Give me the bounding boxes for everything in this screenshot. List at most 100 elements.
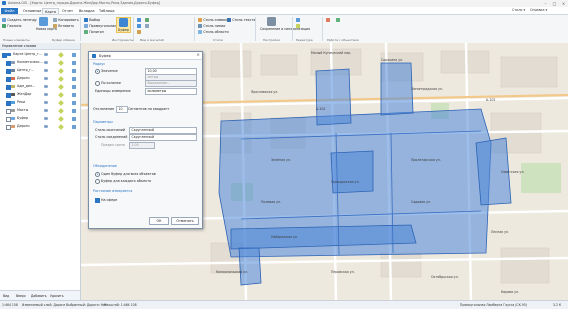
style-icon[interactable] (72, 92, 76, 97)
group-settings: Настройки (263, 38, 280, 42)
close-icon[interactable]: × (559, 0, 568, 7)
geolink-button[interactable]: Геолинк (2, 24, 22, 28)
eye-icon[interactable] (44, 108, 48, 113)
eye-icon[interactable] (44, 124, 48, 129)
eye-icon[interactable] (44, 84, 48, 89)
value-radio[interactable] (95, 69, 101, 75)
style-icon[interactable] (72, 124, 76, 129)
maximize-icon[interactable]: □ (550, 0, 559, 7)
line-style-button[interactable]: Стиль линии (198, 24, 225, 28)
cancel-button[interactable]: Отменить (171, 217, 199, 225)
eye-icon[interactable] (44, 100, 48, 105)
symbol-style-button[interactable]: Стиль символа (198, 18, 229, 22)
eye-icon[interactable] (44, 116, 48, 121)
file-tab[interactable]: Файл (1, 7, 18, 14)
layer-icon (11, 68, 15, 73)
segments-input[interactable]: 10 (116, 106, 128, 113)
layer-row[interactable]: Косметическ... (0, 59, 80, 66)
pencil-icon[interactable] (58, 51, 64, 58)
end-style-select[interactable]: Скругленный (129, 127, 197, 134)
paste-button[interactable]: Вставить (53, 24, 74, 28)
pencil-icon[interactable] (58, 83, 64, 90)
edit-reshape-button[interactable] (296, 24, 301, 28)
join-style-select[interactable]: Скругленный (129, 134, 197, 141)
line-icon (198, 24, 202, 28)
move-up-button[interactable]: Вверх (16, 294, 26, 298)
symbol-icon (198, 18, 202, 22)
pencil-icon[interactable] (58, 107, 64, 114)
pencil-icon[interactable] (58, 67, 64, 74)
style-icon[interactable] (72, 84, 76, 89)
eye-icon[interactable] (44, 92, 48, 97)
create-legend-button[interactable]: Создать легенду (2, 18, 37, 22)
layer-row[interactable]: Карта Центр_г... (0, 51, 80, 58)
layer-row[interactable]: Дороги (0, 123, 80, 130)
sphere-checkbox[interactable] (95, 198, 101, 204)
view-button[interactable]: Вид (3, 294, 9, 298)
map-label: Гражданская ул. (331, 180, 360, 184)
pencil-icon[interactable] (58, 75, 64, 82)
units-select[interactable]: километры (145, 88, 197, 95)
pencil-icon[interactable] (58, 59, 64, 66)
style-icon[interactable] (72, 60, 76, 65)
style-icon[interactable] (72, 52, 76, 57)
eye-icon[interactable] (44, 60, 48, 65)
full-extent-button[interactable] (145, 18, 150, 22)
tab-report[interactable]: Отчет (60, 8, 75, 14)
remove-layer-button[interactable]: Удалить (50, 294, 64, 298)
layer-row[interactable]: ЖелДор (0, 91, 80, 98)
style-icon[interactable] (72, 108, 76, 113)
copy-button[interactable]: Копировать (53, 18, 79, 22)
layer-row[interactable]: Адм_дел... (0, 83, 80, 90)
eye-icon[interactable] (44, 68, 48, 73)
layer-row[interactable]: Центр_г... (0, 67, 80, 74)
units-label: Единицы измерения (95, 89, 131, 93)
help-menu[interactable]: Справка ▾ (530, 8, 547, 12)
previous-view-button[interactable] (145, 24, 150, 28)
select-tool-button[interactable]: Выбор (84, 18, 100, 22)
pencil-icon[interactable] (58, 123, 64, 130)
layer-row[interactable]: Реки (0, 99, 80, 106)
combine-button[interactable] (336, 18, 341, 22)
zoom-in-button[interactable] (137, 18, 142, 22)
style-icon[interactable] (72, 68, 76, 73)
pencil-icon[interactable] (58, 99, 64, 106)
zoom-out-button[interactable] (137, 24, 142, 28)
tab-table[interactable]: Таблица (97, 8, 116, 14)
buffer-button[interactable]: Буфер (116, 17, 131, 33)
area-style-button[interactable]: Стиль области (198, 30, 229, 34)
style-icon[interactable] (72, 100, 76, 105)
pencil-icon[interactable] (58, 115, 64, 122)
map-label: Комсомольская ул. (216, 270, 248, 274)
layer-row[interactable]: Дороги (0, 75, 80, 82)
combine-each-label: Буфер для каждого объекта (101, 179, 152, 183)
sphere-label: На сфере (101, 198, 118, 202)
close-icon[interactable]: × (196, 53, 200, 58)
text-style-button[interactable]: Стиль текста (227, 18, 255, 22)
ok-button[interactable]: ОК (149, 217, 169, 225)
work-with-objects-button[interactable] (326, 18, 331, 22)
by-column-input[interactable]: Выражение... (145, 80, 197, 87)
save-sync-button[interactable]: Сохранение и синхронизация (260, 17, 310, 31)
by-column-radio[interactable] (95, 81, 101, 87)
tab-main[interactable]: Основные (21, 8, 43, 14)
tab-insert[interactable]: Вкладка (77, 8, 97, 14)
new-map-button[interactable]: Новая карта (36, 17, 57, 31)
polygon-tool-button[interactable]: Полигон (84, 30, 104, 34)
eye-icon[interactable] (44, 52, 48, 57)
combine-one-radio[interactable] (95, 172, 101, 178)
minimize-icon[interactable]: – (541, 0, 550, 7)
style-icon[interactable] (72, 116, 76, 121)
combine-each-radio[interactable] (95, 179, 101, 185)
edit-node-button[interactable] (296, 18, 301, 22)
rectangle-tool-button[interactable]: Прямоугольник (84, 24, 116, 28)
add-layer-button[interactable]: Добавить (31, 294, 47, 298)
eye-icon[interactable] (44, 76, 48, 81)
style-icon[interactable] (72, 76, 76, 81)
layer-row[interactable]: Мосты (0, 107, 80, 114)
pencil-icon[interactable] (58, 91, 64, 98)
style-menu[interactable]: Стиль ▾ (512, 8, 525, 12)
layer-row[interactable]: Буфер (0, 115, 80, 122)
pan-button[interactable] (137, 30, 142, 34)
map-label: Перовская ул. (331, 270, 355, 274)
